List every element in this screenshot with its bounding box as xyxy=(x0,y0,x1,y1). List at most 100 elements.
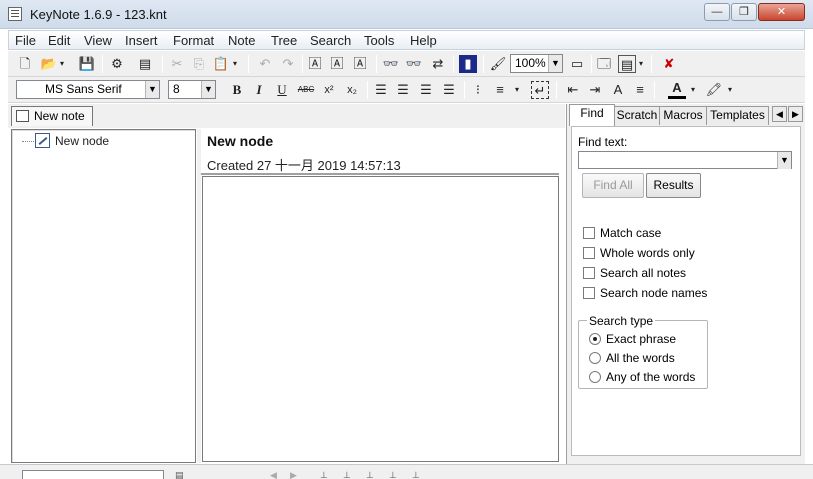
zoom-combo[interactable]: 100% ▼ xyxy=(510,54,563,73)
menu-view[interactable]: View xyxy=(84,33,112,48)
menu-edit[interactable]: Edit xyxy=(48,33,70,48)
font-combo[interactable]: MS Sans Serif ▼ xyxy=(16,80,160,99)
resource-panel: Find Scratch Macros Templates ◀ ▶ Find t… xyxy=(566,104,805,464)
font-color-dropdown-icon[interactable]: ▾ xyxy=(689,81,697,99)
tree-view-icon[interactable]: ▤ xyxy=(175,470,189,479)
whole-words-checkbox[interactable] xyxy=(583,247,595,259)
redo-icon[interactable]: ↷ xyxy=(279,55,297,73)
bold-icon[interactable]: B xyxy=(228,81,246,99)
italic-icon[interactable]: I xyxy=(250,81,268,99)
move-right-icon[interactable]: ▶ xyxy=(290,470,304,479)
minimize-button[interactable]: — xyxy=(704,3,730,21)
find-text-input[interactable]: ▼ xyxy=(578,151,792,169)
find-all-button[interactable]: Find All xyxy=(582,173,644,198)
tree-node-icon[interactable]: ⊥ xyxy=(366,470,380,479)
chevron-down-icon[interactable]: ▼ xyxy=(201,81,215,98)
menu-format[interactable]: Format xyxy=(173,33,214,48)
paragraph-icon[interactable]: ≡ xyxy=(631,81,649,99)
align-right-icon[interactable]: ☰ xyxy=(417,81,435,99)
align-center-icon[interactable]: ☰ xyxy=(394,81,412,99)
new-note-icon[interactable]: 🄰 xyxy=(306,55,324,73)
menu-note[interactable]: Note xyxy=(228,33,255,48)
close-button[interactable]: ✕ xyxy=(758,3,805,21)
tree-node-icon[interactable]: ⊥ xyxy=(343,470,357,479)
replace-icon[interactable]: ⇄ xyxy=(429,55,447,73)
note-title: New node xyxy=(207,133,274,149)
open-dropdown-icon[interactable]: ▾ xyxy=(58,55,66,73)
tab-scratch[interactable]: Scratch xyxy=(614,106,660,125)
chevron-down-icon[interactable]: ▼ xyxy=(777,152,791,169)
menu-search[interactable]: Search xyxy=(310,33,351,48)
paste-icon[interactable]: 📋 xyxy=(212,55,230,73)
strikethrough-icon[interactable]: ABC xyxy=(295,81,317,99)
all-words-radio[interactable] xyxy=(589,352,601,364)
results-button[interactable]: Results xyxy=(646,173,701,198)
size-combo[interactable]: 8 ▼ xyxy=(168,80,216,99)
splitter[interactable] xyxy=(197,129,201,463)
align-left-icon[interactable]: ☰ xyxy=(372,81,390,99)
highlight-dropdown-icon[interactable]: ▾ xyxy=(726,81,734,99)
font-color-icon[interactable]: A xyxy=(668,81,686,99)
style-dropdown-icon[interactable]: ▾ xyxy=(637,55,645,73)
wordwrap-icon[interactable]: ↵ xyxy=(531,81,549,99)
chevron-down-icon[interactable]: ▼ xyxy=(548,55,562,72)
options-icon[interactable]: 🗔 xyxy=(595,55,613,73)
bullets-icon[interactable]: ⁝ xyxy=(469,81,487,99)
properties-icon[interactable]: ⚙ xyxy=(108,55,126,73)
tree-node-icon[interactable]: ⊥ xyxy=(412,470,426,479)
align-justify-icon[interactable]: ☰ xyxy=(440,81,458,99)
undo-icon[interactable]: ↶ xyxy=(256,55,274,73)
numbering-dropdown-icon[interactable]: ▾ xyxy=(513,81,521,99)
tree-panel[interactable]: New node xyxy=(11,129,196,463)
format-painter-icon[interactable]: 🖌 xyxy=(489,55,507,73)
chevron-down-icon[interactable]: ▼ xyxy=(145,81,159,98)
menu-insert[interactable]: Insert xyxy=(125,33,158,48)
paste-dropdown-icon[interactable]: ▾ xyxy=(231,55,239,73)
underline-icon[interactable]: U xyxy=(273,81,291,99)
tree-node-icon[interactable]: ⊥ xyxy=(389,470,403,479)
menu-file[interactable]: File xyxy=(15,33,36,48)
tree-node[interactable]: New node xyxy=(55,134,109,148)
open-folder-icon[interactable]: 📂 xyxy=(40,55,58,73)
search-type-group: Search type Exact phrase All the words A… xyxy=(578,314,708,389)
tab-new-note[interactable]: New note xyxy=(11,106,93,126)
print-icon[interactable]: ▤ xyxy=(136,55,154,73)
tab-find[interactable]: Find xyxy=(569,104,615,126)
any-words-radio[interactable] xyxy=(589,371,601,383)
numbering-icon[interactable]: ≡ xyxy=(491,81,509,99)
superscript-icon[interactable]: x² xyxy=(320,81,338,99)
font-style-icon[interactable]: A xyxy=(609,81,627,99)
save-icon[interactable]: 💾 xyxy=(78,55,96,73)
tab-scroll-right-icon[interactable]: ▶ xyxy=(788,106,803,122)
indent-icon[interactable]: ⇥ xyxy=(586,81,604,99)
exact-phrase-radio[interactable] xyxy=(589,333,601,345)
outdent-icon[interactable]: ⇤ xyxy=(564,81,582,99)
subscript-icon[interactable]: x₂ xyxy=(343,81,361,99)
highlight-icon[interactable]: 🖍 xyxy=(705,81,723,99)
tree-node-icon[interactable]: ⊥ xyxy=(320,470,334,479)
cut-icon[interactable]: ✂ xyxy=(168,55,186,73)
menu-tools[interactable]: Tools xyxy=(364,33,394,48)
note-editor[interactable] xyxy=(202,176,559,462)
tab-macros[interactable]: Macros xyxy=(659,106,707,125)
delete-note-icon[interactable]: 🄰 xyxy=(351,55,369,73)
match-case-checkbox[interactable] xyxy=(583,227,595,239)
style-icon[interactable]: ▤ xyxy=(618,55,636,73)
bottom-combo[interactable] xyxy=(22,470,164,479)
new-file-icon[interactable]: 🗋 xyxy=(16,55,34,73)
find-icon[interactable]: 👓 xyxy=(382,55,400,73)
restore-button[interactable]: ❐ xyxy=(731,3,757,21)
find-next-icon[interactable]: 👓 xyxy=(405,55,423,73)
move-left-icon[interactable]: ◀ xyxy=(270,470,284,479)
menu-help[interactable]: Help xyxy=(410,33,437,48)
screen-icon[interactable]: ▭ xyxy=(568,55,586,73)
search-all-notes-checkbox[interactable] xyxy=(583,267,595,279)
book-icon[interactable]: ▮ xyxy=(459,55,477,73)
tab-scroll-left-icon[interactable]: ◀ xyxy=(772,106,787,122)
menu-tree[interactable]: Tree xyxy=(271,33,297,48)
delete-icon[interactable]: ✘ xyxy=(660,55,678,73)
note-export-icon[interactable]: 🄰 xyxy=(328,55,346,73)
copy-icon[interactable]: ⎘ xyxy=(190,55,208,73)
tab-templates[interactable]: Templates xyxy=(706,106,769,125)
search-node-names-checkbox[interactable] xyxy=(583,287,595,299)
